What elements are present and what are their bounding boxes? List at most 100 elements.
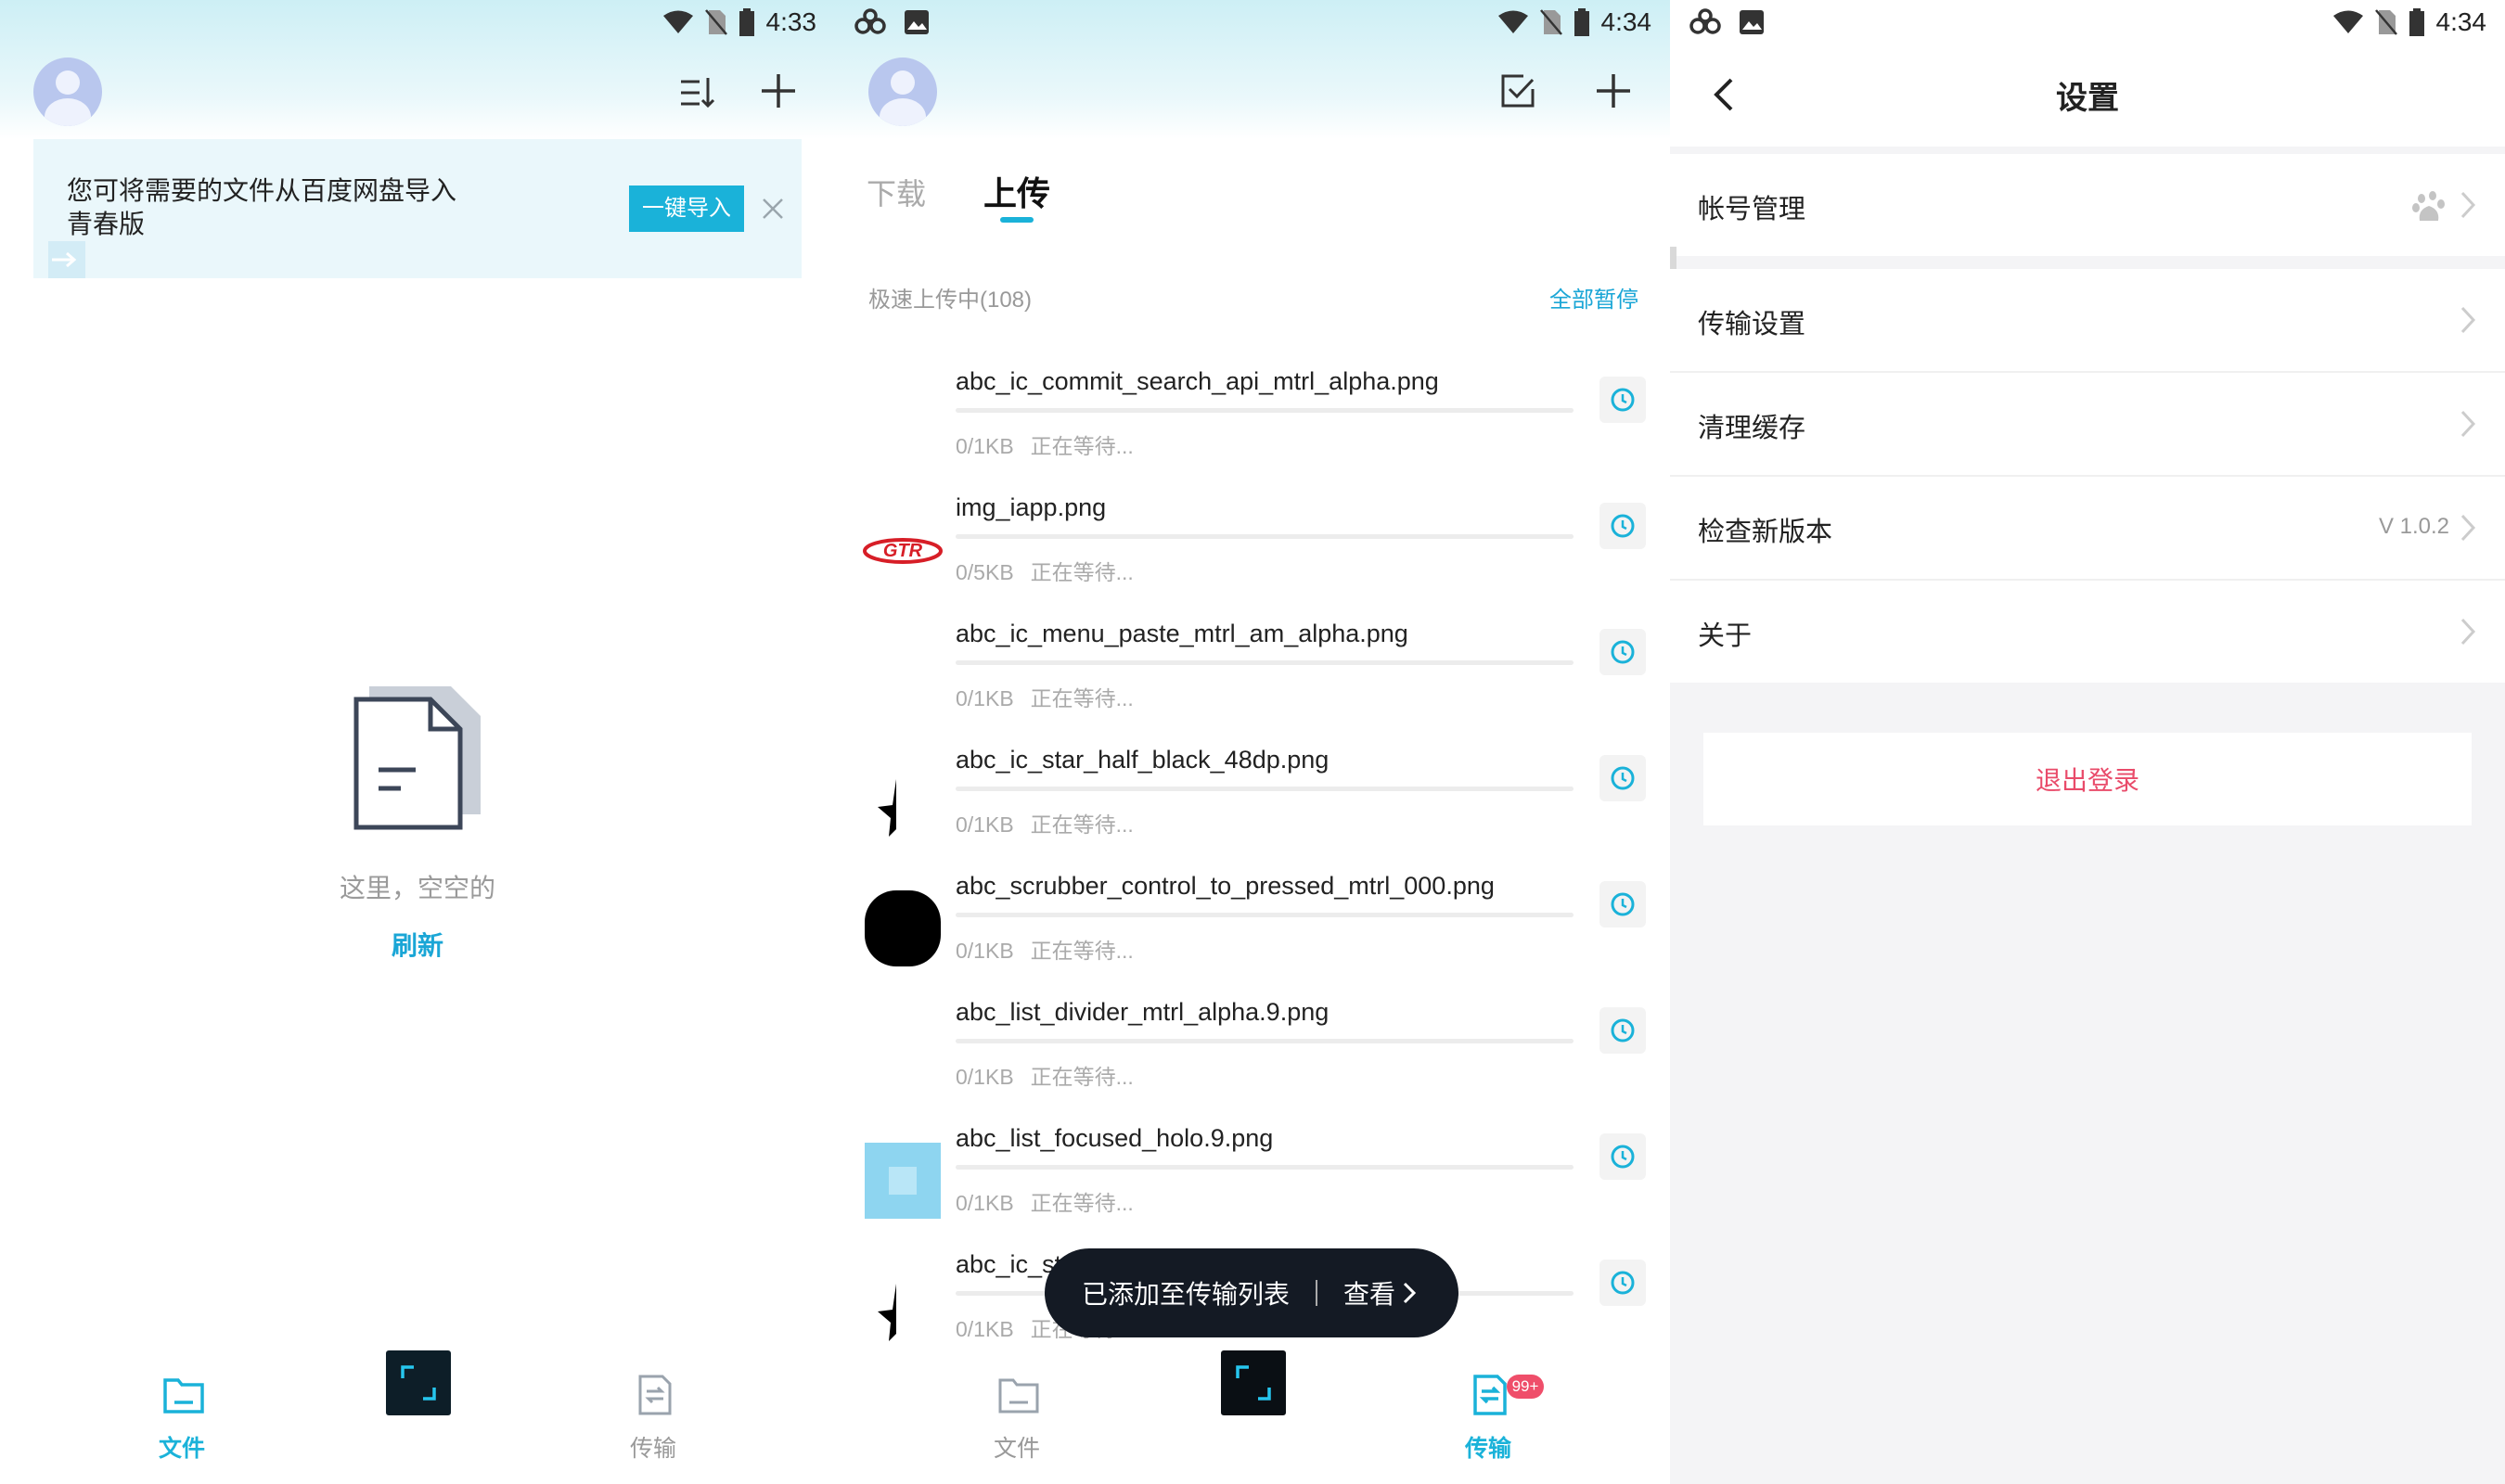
toast: 已添加至传输列表 查看 [1045,1248,1458,1337]
app-logo-icon [854,8,886,34]
nav-files-label: 文件 [993,1436,1040,1462]
svg-text:GTR: GTR [883,541,923,561]
tab-upload[interactable]: 上传 [983,167,1050,215]
banner-text: 您可将需要的文件从百度网盘导入青春版 [67,176,457,238]
progress-bar [956,408,1574,413]
file-status: 正在等待... [1030,1065,1134,1089]
file-name: abc_list_focused_holo.9.png [956,1124,1274,1152]
file-size: 0/1KB [956,939,1014,963]
file-name: abc_ic_commit_search_api_mtrl_alpha.png [956,367,1439,395]
list-item[interactable]: abc_ic_commit_search_api_mtrl_alpha.png … [835,358,1670,484]
progress-bar [956,1039,1574,1043]
file-name: abc_ic_star_half_black_48dp.png [956,746,1330,774]
file-meta: 0/1KB 正在等待... [956,807,1134,838]
toast-view-label: 查看 [1343,1280,1396,1309]
blue-square-thumbnail [865,1143,941,1219]
logout-button[interactable]: 退出登录 [1703,733,2472,825]
clock-icon[interactable] [1599,755,1646,801]
scan-button[interactable] [386,1350,451,1415]
status-time: 4:33 [765,7,817,36]
progress-bar [956,1165,1574,1170]
add-icon[interactable] [1589,67,1638,115]
list-item[interactable]: abc_ic_menu_paste_mtrl_am_alpha.png 0/1K… [835,610,1670,736]
pause-all-button[interactable]: 全部暂停 [1549,281,1638,313]
add-icon[interactable] [754,67,803,115]
settings-row-about[interactable]: 关于 [1670,581,2505,683]
nav-files[interactable]: 文件 [961,1373,1073,1465]
clock-icon[interactable] [1599,1007,1646,1054]
black-circle-thumbnail [865,890,941,966]
clock-icon[interactable] [1599,1133,1646,1180]
folder-icon [998,1378,1039,1414]
chevron-right-icon [2460,191,2476,219]
wifi-icon [662,10,693,33]
status-time: 4:34 [2435,7,2487,36]
nav-files[interactable]: 文件 [126,1373,238,1465]
nav-transfer[interactable]: 传输 [597,1373,709,1465]
settings-row-label: 清理缓存 [1698,414,1806,443]
file-status: 正在等待... [1030,686,1134,710]
nav-files-label: 文件 [158,1436,205,1462]
file-meta: 0/5KB 正在等待... [956,555,1134,586]
sort-icon[interactable] [674,69,722,117]
import-banner: 您可将需要的文件从百度网盘导入青春版 一键导入 [33,139,802,278]
scan-button[interactable] [1221,1350,1286,1415]
settings-row-account[interactable]: 帐号管理 [1670,154,2505,256]
progress-bar [956,913,1574,917]
gtr-logo-thumbnail: GTR [863,538,943,564]
file-status: 正在等待... [1030,560,1134,584]
settings-row-check-update[interactable]: 检查新版本 V 1.0.2 [1670,477,2505,579]
half-star-thumbnail [878,779,896,837]
chevron-right-icon [2460,306,2476,334]
file-name: abc_list_divider_mtrl_alpha.9.png [956,998,1330,1026]
settings-row-clear-cache[interactable]: 清理缓存 [1670,373,2505,475]
page-title: 设置 [2056,81,2119,116]
file-status: 正在等待... [1030,1191,1134,1215]
settings-row-transfer[interactable]: 传输设置 [1670,269,2505,371]
scan-icon [1236,1365,1271,1401]
multi-select-icon[interactable] [1494,67,1542,115]
import-button[interactable]: 一键导入 [629,186,744,232]
progress-bar [956,660,1574,665]
empty-state-text: 这里，空空的 [339,874,495,902]
file-status: 正在等待... [1030,812,1134,837]
file-meta: 0/1KB 正在等待... [956,681,1134,712]
close-icon[interactable] [752,187,794,230]
list-item[interactable]: abc_list_divider_mtrl_alpha.9.png 0/1KB 正… [835,989,1670,1115]
clock-icon[interactable] [1599,377,1646,423]
clock-icon[interactable] [1599,1260,1646,1306]
file-size: 0/1KB [956,812,1014,837]
no-sim-icon [1539,9,1562,35]
avatar[interactable] [868,58,937,126]
clock-icon[interactable] [1599,629,1646,675]
file-meta: 0/1KB 正在等待... [956,1185,1134,1217]
settings-row-label: 传输设置 [1698,310,1806,339]
tab-download[interactable]: 下载 [867,171,926,213]
status-time: 4:34 [1600,7,1652,36]
clock-icon[interactable] [1599,881,1646,928]
folder-icon [163,1378,204,1414]
image-icon [905,10,929,34]
list-item[interactable]: abc_scrubber_control_to_pressed_mtrl_000… [835,863,1670,989]
chevron-right-icon [2460,410,2476,438]
file-meta: 0/1KB 正在等待... [956,933,1134,965]
clock-icon[interactable] [1599,503,1646,549]
file-size: 0/1KB [956,686,1014,710]
chevron-right-icon [1403,1282,1417,1304]
file-name: abc_ic_menu_paste_mtrl_am_alpha.png [956,620,1408,647]
file-size: 0/1KB [956,434,1014,458]
settings-row-label: 关于 [1698,621,1753,651]
list-item[interactable]: abc_list_focused_holo.9.png 0/1KB 正在等待... [835,1115,1670,1241]
toast-view-button[interactable]: 查看 [1343,1274,1417,1311]
file-status: 正在等待... [1030,434,1134,458]
file-size: 0/5KB [956,560,1014,584]
file-size: 0/1KB [956,1191,1014,1215]
refresh-link[interactable]: 刷新 [353,926,482,963]
list-item[interactable]: GTR img_iapp.png 0/5KB 正在等待... [835,484,1670,610]
transfer-badge: 99+ [1507,1375,1544,1399]
chevron-right-icon [2460,514,2476,542]
avatar[interactable] [33,58,102,126]
section-label: 极速上传中(108) [868,288,1033,313]
progress-bar [956,787,1574,791]
list-item[interactable]: abc_ic_star_half_black_48dp.png 0/1KB 正在等… [835,736,1670,863]
